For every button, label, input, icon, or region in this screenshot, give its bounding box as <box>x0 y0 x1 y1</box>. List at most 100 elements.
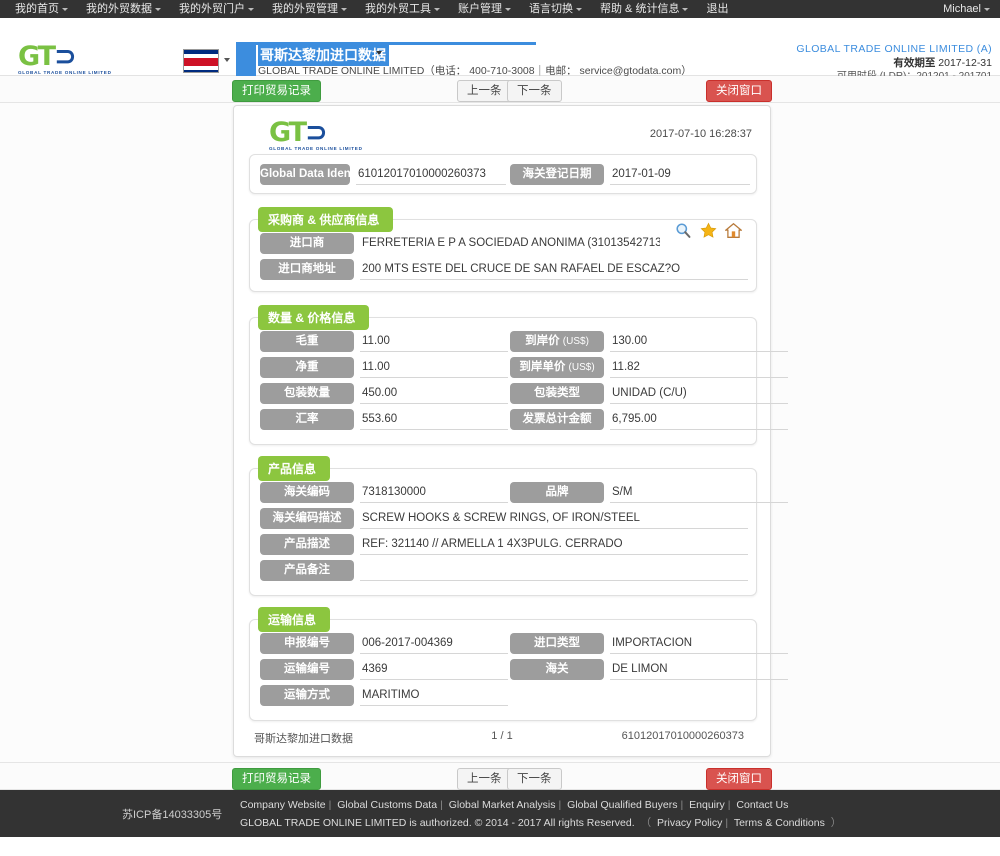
logo-subtitle: GLOBAL TRADE ONLINE LIMITED <box>269 146 363 151</box>
nav-item-trade-portal[interactable]: 我的外贸门户 <box>170 0 263 18</box>
logo-o-part: ⊃ <box>54 41 77 72</box>
field-value: FERRETERIA E P A SOCIEDAD ANONIMA (31013… <box>362 237 660 249</box>
user-menu[interactable]: Michael <box>943 0 990 18</box>
footer-link-global-market-analysis[interactable]: Global Market Analysis <box>449 799 556 811</box>
nav-item-trade-tools[interactable]: 我的外贸工具 <box>356 0 449 18</box>
copyright-text: GLOBAL TRADE ONLINE LIMITED is authorize… <box>240 817 635 829</box>
field-value: 6,795.00 <box>610 409 788 430</box>
field-label: 包装类型 <box>510 383 604 404</box>
field-label: 运输编号 <box>260 659 354 680</box>
chevron-down-icon[interactable] <box>376 51 382 55</box>
document-footer: 哥斯达黎加进口数据 1 / 1 61012017010000260373 <box>234 730 770 748</box>
field-label: 毛重 <box>260 331 354 352</box>
footer-link-terms-conditions[interactable]: Terms & Conditions <box>734 817 825 829</box>
icp-license-number: 苏ICP备14033305号 <box>122 809 223 821</box>
section-title: 产品信息 <box>258 456 331 481</box>
field-label-text: 到岸价 <box>525 335 560 347</box>
field-value: MARITIMO <box>360 685 508 706</box>
footer-separator: | <box>727 799 731 811</box>
field-label: 海关编码描述 <box>260 508 354 529</box>
field-value: S/M <box>610 482 788 503</box>
expiry-value: 2017-12-31 <box>938 57 992 69</box>
footer-link-company-website[interactable]: Company Website <box>240 799 326 811</box>
document-footer-identity: 61012017010000260373 <box>621 730 744 742</box>
footer-link-global-customs-data[interactable]: Global Customs Data <box>337 799 437 811</box>
nav-item-language-switch[interactable]: 语言切换 <box>520 0 591 18</box>
nav-item-label: 退出 <box>706 3 729 15</box>
field-value: IMPORTACION <box>610 633 788 654</box>
previous-record-button[interactable]: 上一条 <box>457 80 512 102</box>
nav-item-trade-management[interactable]: 我的外贸管理 <box>263 0 356 18</box>
field-customs-registration-date: 海关登记日期 2017-01-09 <box>510 164 750 185</box>
next-record-button[interactable]: 下一条 <box>507 80 562 102</box>
field-global-data-identity: Global Data Identity 6101201701000026037… <box>260 164 506 185</box>
field-label: 净重 <box>260 357 354 378</box>
nav-item-home[interactable]: 我的首页 <box>6 0 77 18</box>
nav-item-label: 我的外贸数据 <box>86 3 152 15</box>
print-trade-record-button-bottom[interactable]: 打印贸易记录 <box>232 768 321 790</box>
top-toolbar: 打印贸易记录 上一条 下一条 关闭窗口 <box>0 76 1000 103</box>
top-navigation-bar: 我的首页 我的外贸数据 我的外贸门户 我的外贸管理 我的外贸工具 账户管理 语言… <box>0 0 1000 18</box>
chevron-down-icon <box>62 7 68 11</box>
nav-item-label: 帮助 & 统计信息 <box>600 3 680 15</box>
field-value: 4369 <box>360 659 508 680</box>
chevron-down-icon[interactable] <box>224 58 230 62</box>
logo-o-part: ⊃ <box>305 117 328 148</box>
next-record-button-bottom[interactable]: 下一条 <box>507 768 562 790</box>
section-title: 采购商 & 供应商信息 <box>258 207 394 232</box>
chevron-down-icon <box>341 7 347 11</box>
close-window-button[interactable]: 关闭窗口 <box>706 80 772 102</box>
field-label-text: 到岸单价 <box>519 361 566 373</box>
nav-item-label: 我的外贸工具 <box>365 3 431 15</box>
identity-card: Global Data Identity 6101201701000026037… <box>249 154 757 194</box>
footer-link-privacy-policy[interactable]: Privacy Policy <box>657 817 722 829</box>
brand-logo[interactable]: GT⊃ GLOBAL TRADE ONLINE LIMITED <box>18 41 122 78</box>
document-logo: GT⊃ GLOBAL TRADE ONLINE LIMITED <box>269 117 373 151</box>
field-value <box>360 560 748 581</box>
field-label: 发票总计金额 <box>510 409 604 430</box>
nav-item-label: 我的外贸门户 <box>179 3 245 15</box>
field-label: 汇率 <box>260 409 354 430</box>
bottom-toolbar: 打印贸易记录 上一条 下一条 关闭窗口 <box>0 762 1000 790</box>
print-trade-record-button[interactable]: 打印贸易记录 <box>232 80 321 102</box>
field-label: 进口商地址 <box>260 259 354 280</box>
nav-item-help-stats[interactable]: 帮助 & 统计信息 <box>591 0 697 18</box>
footer-separator: | <box>680 799 684 811</box>
footer-separator: | <box>328 799 332 811</box>
section-buyer-supplier: 采购商 & 供应商信息 进口商 FERRETERIA E P A SOCIEDA… <box>249 207 757 292</box>
field-value: 200 MTS ESTE DEL CRUCE DE SAN RAFAEL DE … <box>360 259 748 280</box>
field-importer: 进口商 FERRETERIA E P A SOCIEDAD ANONIMA (3… <box>260 233 750 254</box>
field-value: 11.82 <box>610 357 788 378</box>
field-label: 产品描述 <box>260 534 354 555</box>
footer-separator: | <box>558 799 562 811</box>
account-name: GLOBAL TRADE ONLINE LIMITED (A) <box>796 43 992 55</box>
field-label: 产品备注 <box>260 560 354 581</box>
document-timestamp: 2017-07-10 16:28:37 <box>649 128 752 140</box>
field-value: 7318130000 <box>360 482 508 503</box>
section-product-info: 产品信息 海关编码 7318130000 品牌 S/M 海关编码描述 SCREW… <box>249 456 788 596</box>
section-title: 数量 & 价格信息 <box>258 305 370 330</box>
field-value: 006-2017-004369 <box>360 633 508 654</box>
field-label-unit: (US$) <box>562 336 589 347</box>
footer-link-global-qualified-buyers[interactable]: Global Qualified Buyers <box>567 799 677 811</box>
close-window-button-bottom[interactable]: 关闭窗口 <box>706 768 772 790</box>
nav-item-logout[interactable]: 退出 <box>697 0 737 18</box>
field-value: SCREW HOOKS & SCREW RINGS, OF IRON/STEEL <box>360 508 748 529</box>
logo-subtitle: GLOBAL TRADE ONLINE LIMITED <box>18 70 112 75</box>
footer-link-enquiry[interactable]: Enquiry <box>689 799 725 811</box>
chevron-down-icon <box>984 7 990 11</box>
field-label: 申报编号 <box>260 633 354 654</box>
footer-separator: | <box>725 817 729 829</box>
field-value: DE LIMON <box>610 659 788 680</box>
field-label: 进口类型 <box>510 633 604 654</box>
footer-link-contact-us[interactable]: Contact Us <box>736 799 788 811</box>
nav-item-account-management[interactable]: 账户管理 <box>449 0 520 18</box>
costa-rica-flag-icon[interactable] <box>183 49 219 73</box>
logo-gt-part: GT <box>18 41 56 72</box>
previous-record-button-bottom[interactable]: 上一条 <box>457 768 512 790</box>
field-value: REF: 321140 // ARMELLA 1 4X3PULG. CERRAD… <box>360 534 748 555</box>
section-transport-info: 运输信息 申报编号 006-2017-004369 进口类型 IMPORTACI… <box>249 607 788 721</box>
nav-item-trade-data[interactable]: 我的外贸数据 <box>77 0 170 18</box>
field-label: 海关 <box>510 659 604 680</box>
field-label: 到岸价 (US$) <box>510 331 604 352</box>
